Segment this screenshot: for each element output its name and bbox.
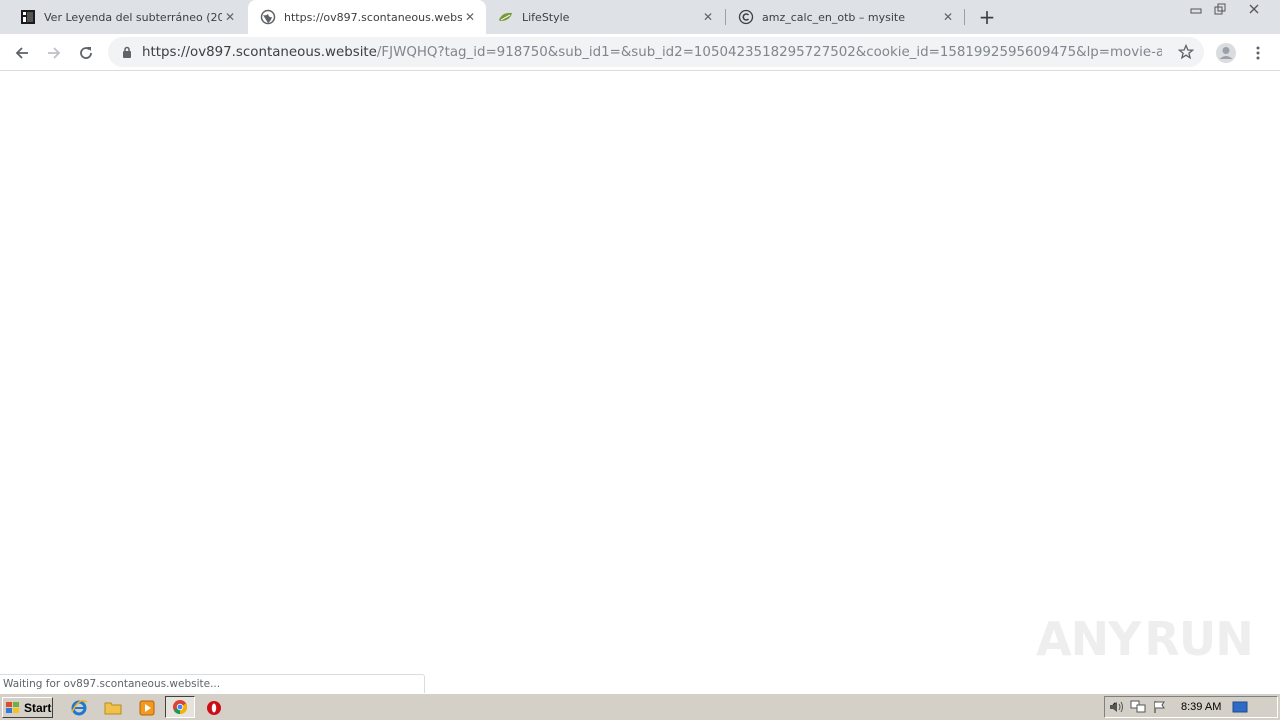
- internet-explorer-icon[interactable]: [69, 698, 89, 718]
- chrome-icon: [173, 700, 188, 715]
- address-bar[interactable]: https://ov897.scontaneous.website/FJWQHQ…: [108, 37, 1204, 67]
- star-icon[interactable]: [1178, 44, 1194, 60]
- minimize-button[interactable]: [1184, 0, 1208, 18]
- back-button[interactable]: [8, 39, 36, 67]
- menu-button[interactable]: [1244, 39, 1272, 67]
- network-icon[interactable]: [1127, 697, 1149, 717]
- close-icon[interactable]: ✕: [222, 9, 238, 25]
- copyright-icon: [738, 9, 754, 25]
- arrow-right-icon: [48, 47, 61, 59]
- tab-amz-calc[interactable]: amz_calc_en_otb – mysite ✕: [726, 0, 964, 34]
- close-icon[interactable]: ✕: [700, 9, 716, 25]
- url-host: https://ov897.scontaneous.website: [142, 44, 377, 60]
- watermark-text-left: ANY: [1036, 612, 1141, 666]
- tab-title: amz_calc_en_otb – mysite: [762, 10, 905, 24]
- film-icon: [20, 9, 36, 25]
- tab-active[interactable]: https://ov897.scontaneous.website ✕: [248, 0, 486, 34]
- windows-logo-icon: [6, 701, 19, 713]
- folder-icon[interactable]: [103, 698, 123, 718]
- profile-button[interactable]: [1212, 39, 1240, 67]
- clock[interactable]: 8:39 AM: [1181, 701, 1221, 713]
- lock-icon[interactable]: [120, 45, 134, 59]
- reload-icon: [80, 47, 92, 59]
- tab-title: Ver Leyenda del subterráneo (2021): [44, 10, 222, 24]
- tab-movie[interactable]: Ver Leyenda del subterráneo (2021) ✕: [8, 0, 246, 34]
- system-tray: 8:39 AM: [1104, 696, 1278, 718]
- page-content: [0, 72, 1280, 674]
- tab-title: https://ov897.scontaneous.website: [284, 10, 462, 24]
- action-center-flag-icon[interactable]: [1149, 697, 1171, 717]
- tab-separator: [964, 9, 965, 25]
- start-button[interactable]: Start: [2, 697, 53, 718]
- close-icon[interactable]: ✕: [940, 9, 956, 25]
- forward-button[interactable]: [40, 39, 68, 67]
- show-desktop-icon[interactable]: [1229, 697, 1251, 717]
- tab-lifestyle[interactable]: LifeStyle ✕: [486, 0, 724, 34]
- watermark-text-right: RUN: [1144, 612, 1253, 666]
- kebab-menu-icon: [1256, 46, 1260, 60]
- tab-strip: Ver Leyenda del subterráneo (2021) ✕ htt…: [0, 0, 1280, 34]
- close-icon[interactable]: ✕: [462, 9, 478, 25]
- media-player-icon[interactable]: [137, 698, 157, 718]
- arrow-left-icon: [15, 47, 28, 59]
- anyrun-watermark: ANY RUN: [1036, 606, 1254, 672]
- chrome-taskbar-button[interactable]: [165, 696, 195, 718]
- opera-icon[interactable]: [204, 698, 224, 718]
- volume-icon[interactable]: [1105, 697, 1127, 717]
- close-window-button[interactable]: [1242, 0, 1266, 18]
- globe-icon: [260, 9, 276, 25]
- start-label: Start: [24, 700, 52, 715]
- new-tab-button[interactable]: +: [976, 5, 998, 29]
- avatar-icon: [1216, 43, 1236, 63]
- url-text[interactable]: https://ov897.scontaneous.website/FJWQHQ…: [142, 45, 1162, 60]
- status-bubble: Waiting for ov897.scontaneous.website...: [0, 674, 425, 693]
- tab-title: LifeStyle: [522, 10, 570, 24]
- leaf-icon: [498, 9, 514, 25]
- restore-button[interactable]: [1208, 0, 1232, 18]
- url-path: /FJWQHQ?tag_id=918750&sub_id1=&sub_id2=1…: [376, 44, 1162, 60]
- browser-window: Ver Leyenda del subterráneo (2021) ✕ htt…: [0, 0, 1280, 693]
- browser-toolbar: https://ov897.scontaneous.website/FJWQHQ…: [0, 34, 1280, 71]
- taskbar: Start ⌃ 8:39 AM: [0, 693, 1280, 720]
- reload-button[interactable]: [72, 39, 100, 67]
